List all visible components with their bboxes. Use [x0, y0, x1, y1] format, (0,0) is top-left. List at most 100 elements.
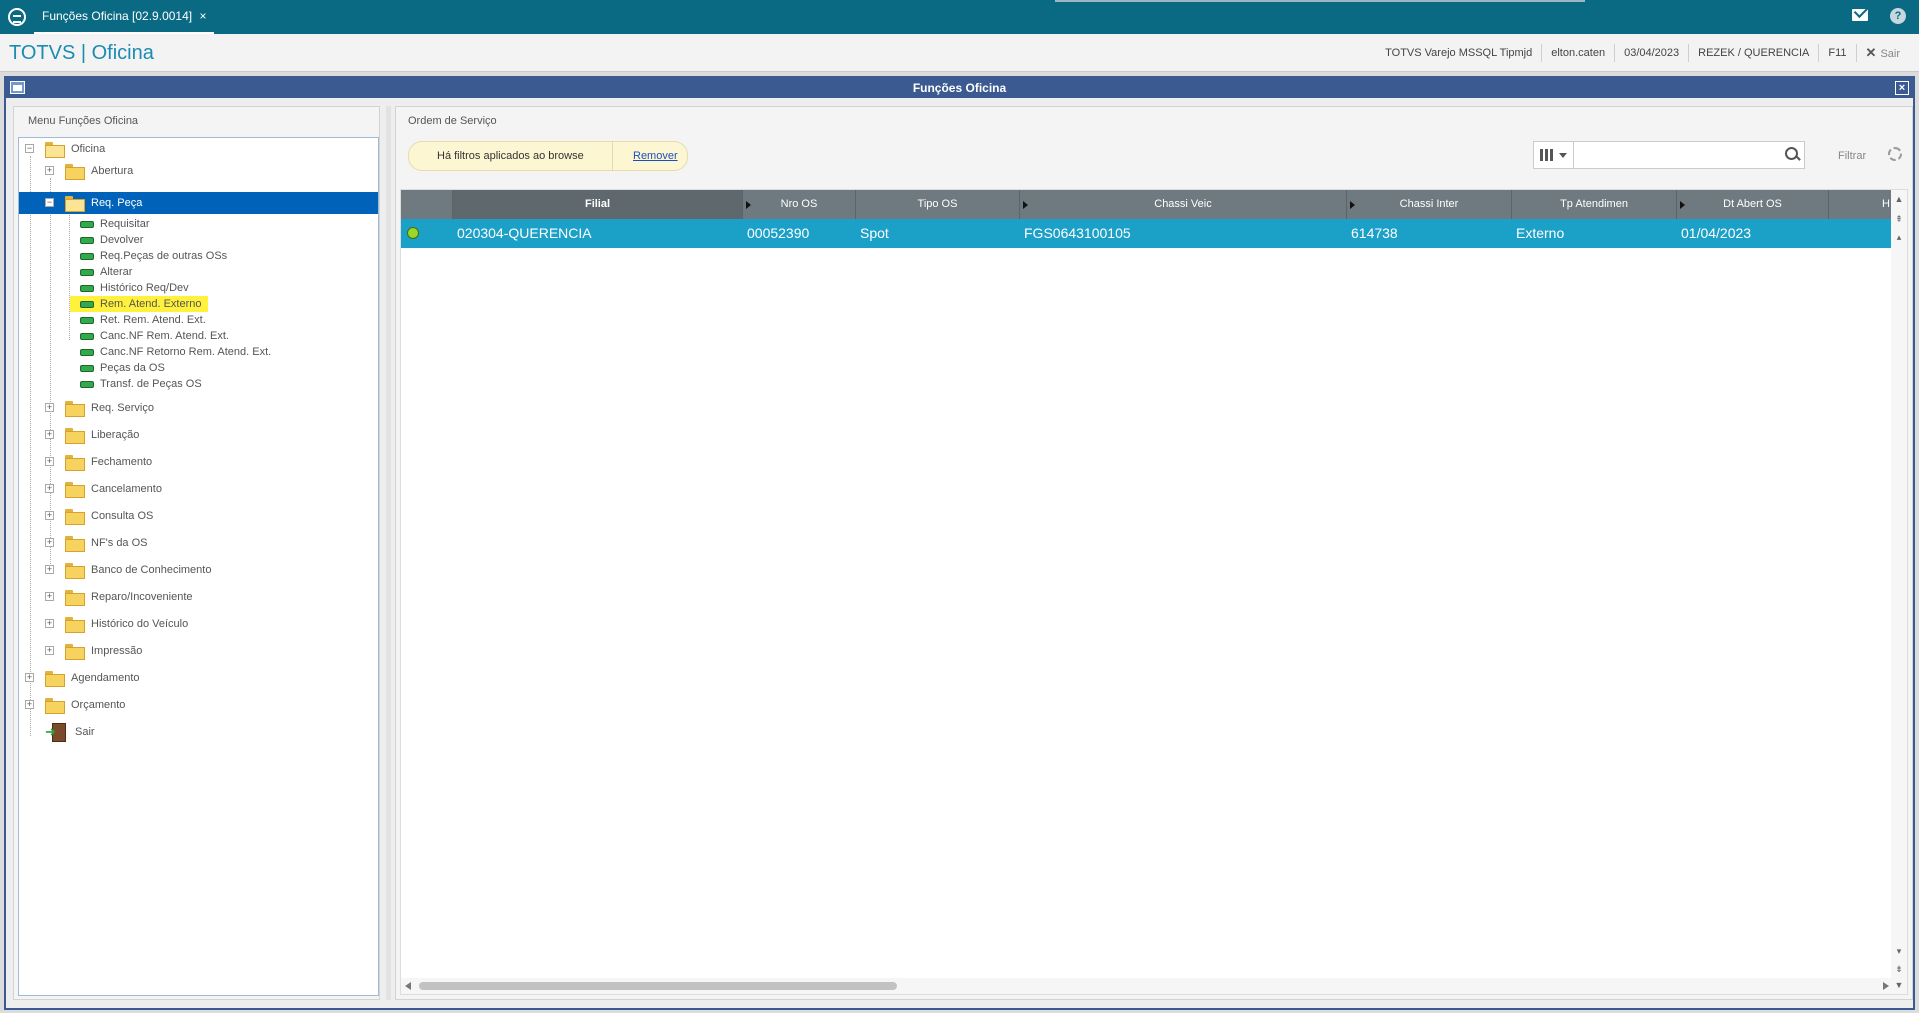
tree-node-fechamento[interactable]: + Fechamento: [45, 451, 152, 473]
tree-leaf-req-pecas-outras-oss[interactable]: Req.Peças de outras OSs: [80, 248, 227, 264]
panel-splitter[interactable]: [386, 106, 391, 1000]
column-header-tp-atendimen[interactable]: Tp Atendimen: [1512, 190, 1677, 219]
expand-icon[interactable]: +: [45, 646, 54, 655]
tree-node-reparo-incoveniente[interactable]: + Reparo/Incoveniente: [45, 586, 193, 608]
tree-leaf-historico-req-dev[interactable]: Histórico Req/Dev: [80, 280, 189, 296]
tree-node-label: Banco de Conhecimento: [91, 564, 212, 576]
column-selector-button[interactable]: [1534, 142, 1574, 168]
os-browse-grid: Filial Nro OS Tipo OS Chassi Veic Chassi…: [400, 189, 1908, 995]
tree-leaf-requisitar[interactable]: Requisitar: [80, 216, 150, 232]
tree-leaf-alterar[interactable]: Alterar: [80, 264, 132, 280]
function-icon: [80, 332, 94, 340]
tree-node-oficina[interactable]: − Oficina: [25, 138, 105, 160]
expand-icon[interactable]: +: [45, 166, 54, 175]
scroll-down-icon[interactable]: ▾: [1894, 946, 1904, 956]
folder-icon: [65, 617, 85, 633]
user-label[interactable]: elton.caten: [1541, 44, 1614, 62]
tree-leaf-devolver[interactable]: Devolver: [80, 232, 143, 248]
tree-node-orcamento[interactable]: + Orçamento: [25, 694, 125, 716]
tab-funcoes-oficina[interactable]: Funções Oficina [02.9.0014] ×: [34, 4, 215, 34]
expand-icon[interactable]: +: [45, 511, 54, 520]
column-header-tipo-os[interactable]: Tipo OS: [856, 190, 1020, 219]
tree-node-req-peca[interactable]: − Req. Peça: [45, 192, 142, 214]
expand-icon[interactable]: +: [45, 538, 54, 547]
collapse-icon[interactable]: −: [25, 144, 34, 153]
expand-icon[interactable]: +: [25, 700, 34, 709]
expand-icon[interactable]: +: [45, 592, 54, 601]
tree-leaf-pecas-da-os[interactable]: Peças da OS: [80, 360, 165, 376]
help-icon[interactable]: ?: [1890, 8, 1906, 24]
folder-icon: [45, 671, 65, 687]
column-header-nro-os[interactable]: Nro OS: [743, 190, 856, 219]
tree-leaf-canc-nf-retorno-rem-atend-ext[interactable]: Canc.NF Retorno Rem. Atend. Ext.: [80, 344, 271, 360]
tree-leaf-transf-pecas-os[interactable]: Transf. de Peças OS: [80, 376, 202, 392]
function-icon: [80, 300, 94, 308]
expand-icon[interactable]: +: [45, 457, 54, 466]
tree-node-label: NF's da OS: [91, 537, 148, 549]
collapse-icon[interactable]: −: [45, 198, 54, 207]
table-row[interactable]: 020304-QUERENCIA 00052390 Spot FGS064310…: [401, 219, 1907, 248]
grid-horizontal-scrollbar[interactable]: [401, 978, 1893, 994]
environment-label[interactable]: TOTVS Varejo MSSQL Tipmjd: [1376, 44, 1541, 62]
expand-icon[interactable]: +: [25, 673, 34, 682]
filter-button[interactable]: Filtrar: [1838, 150, 1866, 162]
column-header-label: Nro OS: [780, 198, 818, 210]
column-header-filial[interactable]: Filial: [453, 190, 743, 219]
scroll-page-up-icon[interactable]: ⇞: [1894, 214, 1904, 224]
folder-icon: [65, 590, 85, 606]
tree-node-liberacao[interactable]: + Liberação: [45, 424, 139, 446]
window-menu-icon[interactable]: [10, 81, 25, 94]
tree-node-abertura[interactable]: + Abertura: [45, 160, 133, 182]
expand-icon[interactable]: +: [45, 565, 54, 574]
tree-leaf-ret-rem-atend-ext[interactable]: Ret. Rem. Atend. Ext.: [80, 312, 206, 328]
menu-panel-title: Menu Funções Oficina: [28, 115, 139, 127]
session-info: TOTVS Varejo MSSQL Tipmjd elton.caten 03…: [1376, 34, 1909, 72]
exit-button[interactable]: ✕ Sair: [1855, 44, 1909, 62]
totvs-logo-icon[interactable]: [8, 8, 26, 26]
expand-icon[interactable]: +: [45, 619, 54, 628]
column-header-status[interactable]: [401, 190, 453, 219]
scroll-up-icon[interactable]: ▴: [1894, 232, 1904, 242]
remove-filter-link[interactable]: Remover: [613, 150, 678, 162]
tree-node-cancelamento[interactable]: + Cancelamento: [45, 478, 162, 500]
tree-node-consulta-os[interactable]: + Consulta OS: [45, 505, 153, 527]
tree-node-nfs-da-os[interactable]: + NF's da OS: [45, 532, 148, 554]
tree-node-req-servico[interactable]: + Req. Serviço: [45, 397, 154, 419]
search-icon[interactable]: [1780, 143, 1804, 167]
tab-close-icon[interactable]: ×: [199, 9, 206, 23]
window-title: Funções Oficina: [912, 81, 1007, 95]
mail-icon[interactable]: [1852, 9, 1868, 21]
scroll-right-icon[interactable]: [1883, 982, 1889, 990]
window-close-button[interactable]: ×: [1895, 81, 1909, 95]
expand-icon[interactable]: +: [45, 403, 54, 412]
tree-node-impressao[interactable]: + Impressão: [45, 640, 142, 662]
tree-leaf-label: Peças da OS: [100, 362, 165, 374]
tree-leaf-canc-nf-rem-atend-ext[interactable]: Canc.NF Rem. Atend. Ext.: [80, 328, 229, 344]
tree-node-sair[interactable]: Sair: [45, 721, 95, 743]
column-header-h[interactable]: H: [1829, 190, 1893, 219]
sort-arrow-icon: [1680, 201, 1685, 209]
scroll-bottom-icon[interactable]: ▼: [1894, 980, 1904, 990]
column-header-dt-abert-os[interactable]: Dt Abert OS: [1677, 190, 1829, 219]
column-header-chassi-veic[interactable]: Chassi Veic: [1020, 190, 1347, 219]
folder-icon: [65, 401, 85, 417]
shortcut-label[interactable]: F11: [1818, 44, 1855, 62]
grid-vertical-scrollbar[interactable]: ▲ ⇞ ▴ ▾ ⇟ ▼: [1891, 190, 1907, 994]
tree-node-historico-veiculo[interactable]: + Histórico do Veículo: [45, 613, 188, 635]
scroll-left-icon[interactable]: [405, 982, 411, 990]
branch-label[interactable]: REZEK / QUERENCIA: [1688, 44, 1818, 62]
scroll-thumb[interactable]: [419, 982, 897, 990]
expand-icon[interactable]: +: [45, 430, 54, 439]
tree-node-banco-conhecimento[interactable]: + Banco de Conhecimento: [45, 559, 211, 581]
gear-icon[interactable]: [1888, 147, 1902, 161]
search-input[interactable]: [1574, 143, 1780, 167]
scroll-page-down-icon[interactable]: ⇟: [1894, 964, 1904, 974]
tree-leaf-rem-atend-externo[interactable]: Rem. Atend. Externo: [70, 296, 208, 312]
column-header-chassi-inter[interactable]: Chassi Inter: [1347, 190, 1512, 219]
date-label[interactable]: 03/04/2023: [1614, 44, 1688, 62]
expand-icon[interactable]: +: [45, 484, 54, 493]
global-search-strip[interactable]: [1055, 0, 1585, 2]
tree-node-agendamento[interactable]: + Agendamento: [25, 667, 140, 689]
scroll-top-icon[interactable]: ▲: [1894, 194, 1904, 204]
tree-leaf-label: Histórico Req/Dev: [100, 282, 189, 294]
